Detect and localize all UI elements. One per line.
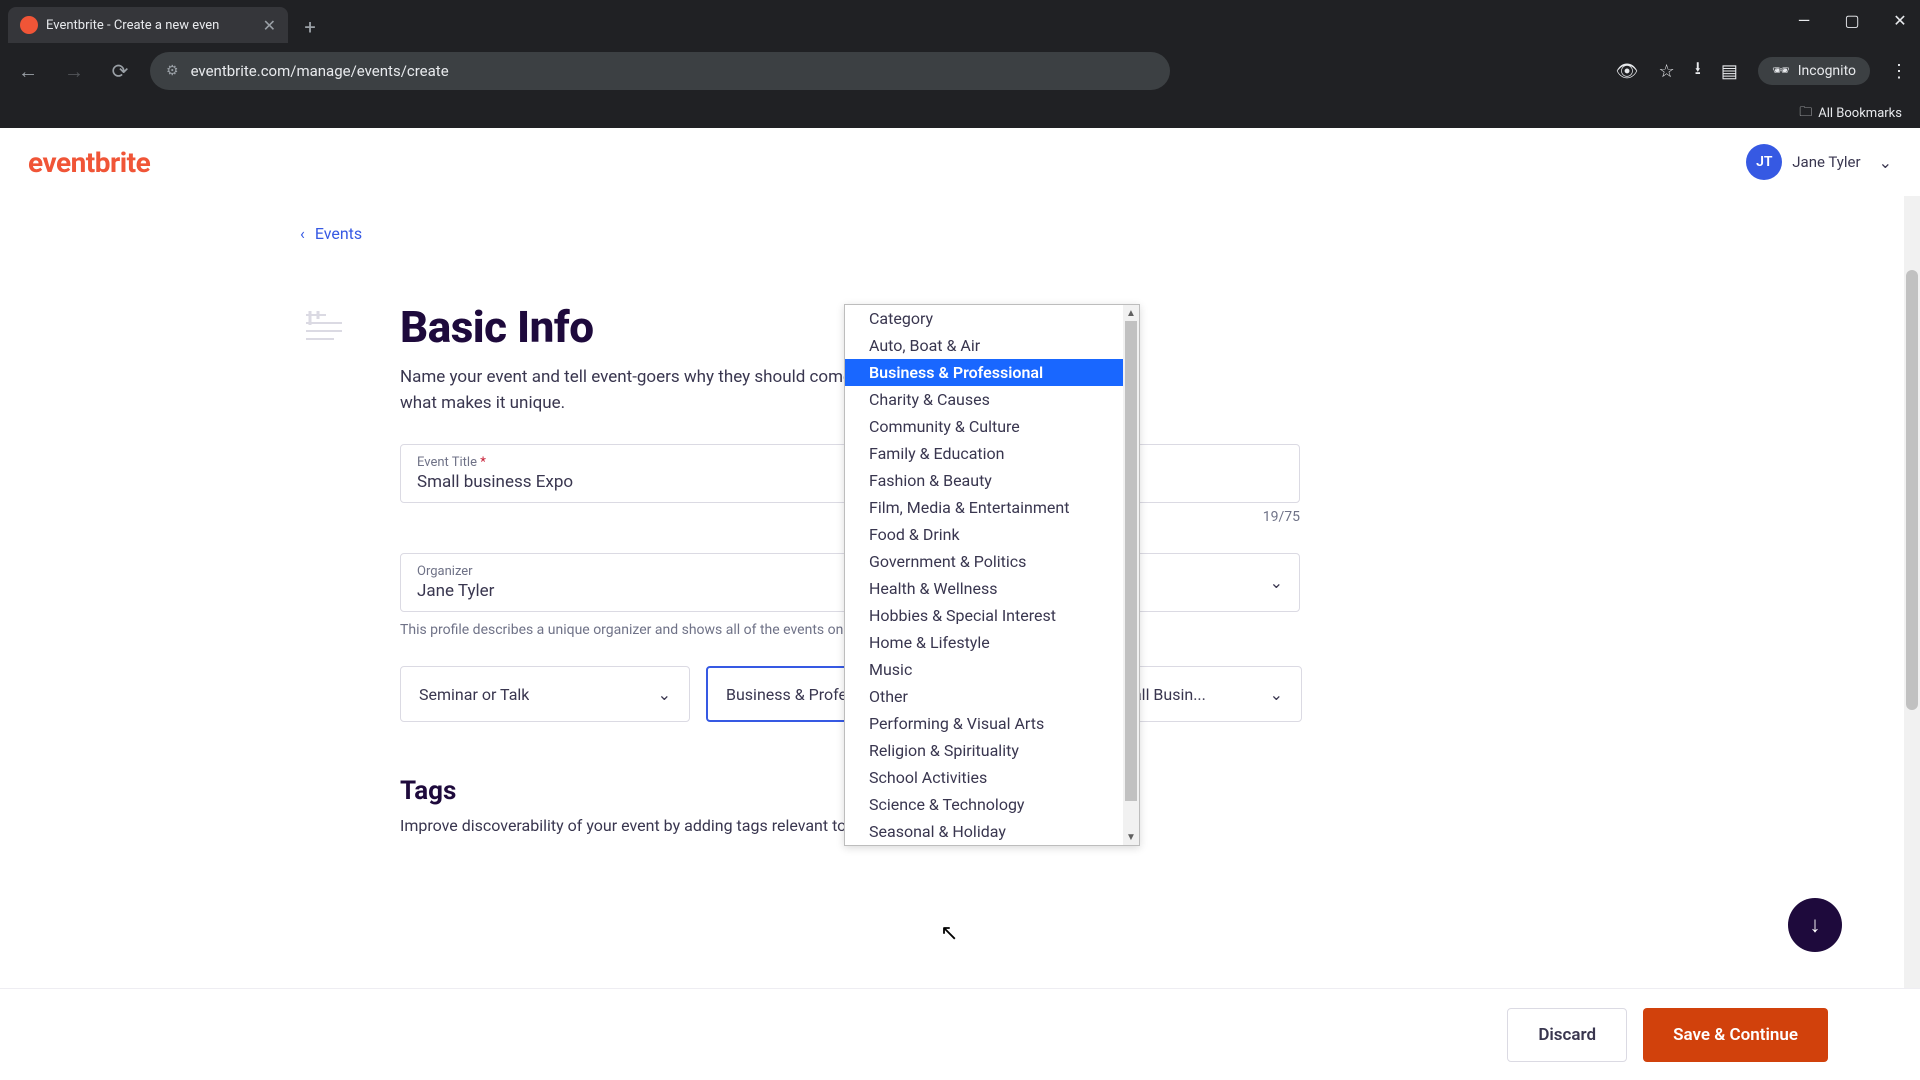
url-text: eventbrite.com/manage/events/create [191,62,449,80]
scroll-down-fab[interactable]: ↓ [1788,898,1842,952]
event-type-select[interactable]: Seminar or Talk ⌄ [400,666,690,722]
category-option[interactable]: Performing & Visual Arts [845,710,1123,737]
bookmarks-bar: 🗀 All Bookmarks [0,99,1920,128]
category-option[interactable]: Religion & Spirituality [845,737,1123,764]
footer-actions: Discard Save & Continue [0,988,1920,1080]
all-bookmarks-link[interactable]: All Bookmarks [1818,106,1902,121]
address-bar[interactable]: ⚙ eventbrite.com/manage/events/create [150,52,1170,90]
browser-chrome: — ▢ ✕ Eventbrite - Create a new even ✕ +… [0,0,1920,128]
category-option[interactable]: Community & Culture [845,413,1123,440]
category-option[interactable]: School Activities [845,764,1123,791]
tab-favicon [20,16,38,34]
arrow-down-icon: ↓ [1810,912,1821,938]
save-continue-button[interactable]: Save & Continue [1643,1008,1828,1062]
incognito-badge[interactable]: 🕶 Incognito [1758,57,1870,85]
mouse-cursor: ↖ [940,921,958,946]
category-option[interactable]: Home & Lifestyle [845,629,1123,656]
scroll-up-icon[interactable]: ▲ [1123,305,1139,321]
category-option[interactable]: Family & Education [845,440,1123,467]
category-option[interactable]: Category [845,305,1123,332]
category-option[interactable]: Science & Technology [845,791,1123,818]
avatar: JT [1746,144,1782,180]
chevron-down-icon: ⌄ [1879,153,1892,172]
category-option[interactable]: Hobbies & Special Interest [845,602,1123,629]
address-bar-row: ← → ⟳ ⚙ eventbrite.com/manage/events/cre… [0,43,1920,99]
dropdown-scrollbar-thumb[interactable] [1125,321,1137,801]
chevron-down-icon: ⌄ [1270,685,1283,704]
maximize-button[interactable]: ▢ [1840,8,1864,32]
side-panel-icon[interactable]: ▤ [1721,61,1738,82]
user-menu[interactable]: JT Jane Tyler ⌄ [1746,144,1892,180]
folder-icon: 🗀 [1799,103,1812,125]
category-option[interactable]: Food & Drink [845,521,1123,548]
close-window-button[interactable]: ✕ [1888,8,1912,32]
category-option[interactable]: Film, Media & Entertainment [845,494,1123,521]
back-button[interactable]: ← [12,55,44,87]
window-controls: — ▢ ✕ [1792,8,1912,32]
category-option[interactable]: Music [845,656,1123,683]
discard-button[interactable]: Discard [1507,1008,1627,1062]
category-option[interactable]: Health & Wellness [845,575,1123,602]
reload-button[interactable]: ⟳ [104,55,136,87]
page-scrollbar[interactable] [1904,196,1920,1080]
page-content: eventbrite JT Jane Tyler ⌄ ‹ Events Basi… [0,128,1920,1080]
new-tab-button[interactable]: + [294,11,326,43]
category-option-list: CategoryAuto, Boat & AirBusiness & Profe… [845,305,1139,845]
forward-button[interactable]: → [58,55,90,87]
category-option[interactable]: Other [845,683,1123,710]
category-option[interactable]: Government & Politics [845,548,1123,575]
app-header: eventbrite JT Jane Tyler ⌄ [0,128,1920,196]
downloads-icon[interactable]: ⭳ [1695,56,1701,86]
chrome-menu-icon[interactable]: ⋮ [1890,61,1908,82]
scroll-down-icon[interactable]: ▼ [1123,829,1139,845]
category-option[interactable]: Auto, Boat & Air [845,332,1123,359]
incognito-label: Incognito [1798,63,1856,79]
organizer-label: Organizer [417,564,494,579]
chevron-down-icon: ⌄ [1270,573,1283,592]
page-scrollbar-thumb[interactable] [1906,270,1918,710]
category-option[interactable]: Charity & Causes [845,386,1123,413]
user-name: Jane Tyler [1792,153,1860,171]
category-option[interactable]: Business & Professional [845,359,1123,386]
event-type-value: Seminar or Talk [419,685,529,704]
eventbrite-logo[interactable]: eventbrite [28,146,150,179]
dropdown-scrollbar[interactable]: ▲ ▼ [1123,305,1139,845]
chevron-down-icon: ⌄ [658,685,671,704]
text-section-icon [300,305,348,353]
bookmark-star-icon[interactable]: ☆ [1658,61,1674,82]
organizer-value: Jane Tyler [417,581,494,601]
tab-title: Eventbrite - Create a new even [46,18,255,33]
site-settings-icon[interactable]: ⚙ [166,63,179,79]
category-dropdown-menu: ▲ ▼ CategoryAuto, Boat & AirBusiness & P… [844,304,1140,846]
category-option[interactable]: Fashion & Beauty [845,467,1123,494]
browser-tab[interactable]: Eventbrite - Create a new even ✕ [8,7,288,43]
back-link-label: Events [315,224,362,243]
toolbar-right: 👁 ☆ ⭳ ▤ 🕶 Incognito ⋮ [1616,56,1908,86]
tab-bar: Eventbrite - Create a new even ✕ + [0,0,1920,43]
incognito-icon: 🕶 [1772,63,1790,79]
chevron-left-icon: ‹ [300,224,305,243]
minimize-button[interactable]: — [1792,8,1816,32]
tracking-icon[interactable]: 👁 [1616,61,1639,82]
category-option[interactable]: Seasonal & Holiday [845,818,1123,845]
back-to-events-link[interactable]: ‹ Events [300,224,362,243]
tab-close-icon[interactable]: ✕ [263,16,276,35]
